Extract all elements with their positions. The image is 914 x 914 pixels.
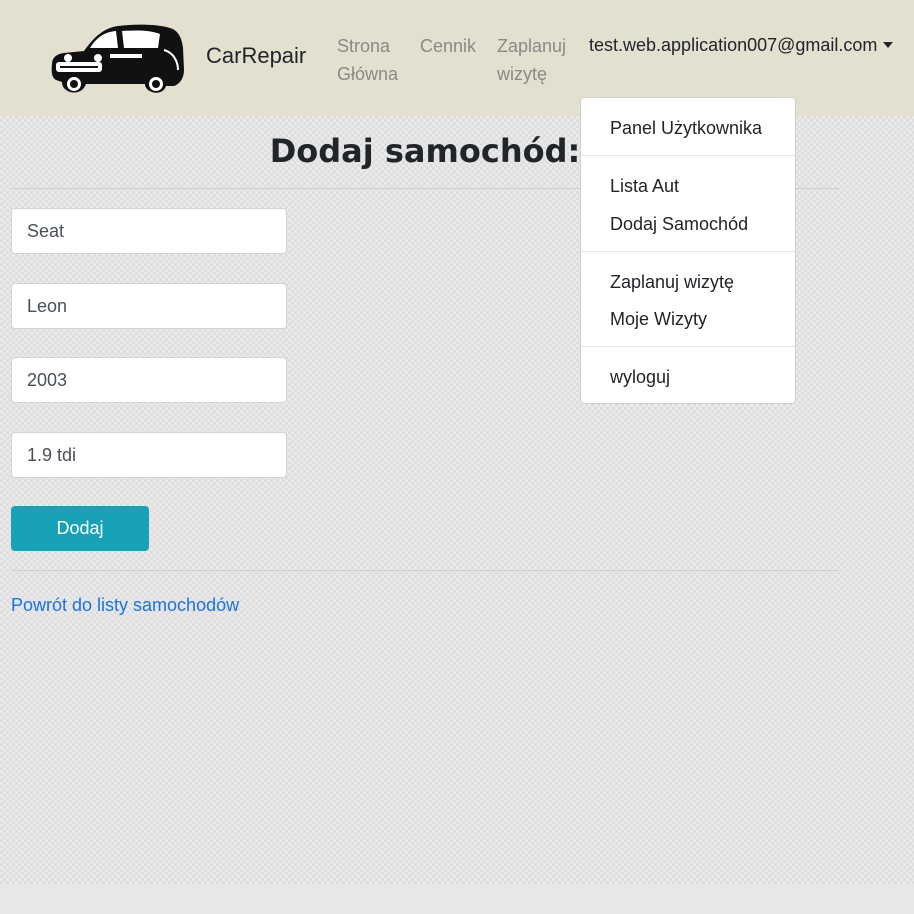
dropdown-divider — [581, 251, 795, 252]
car-icon[interactable] — [46, 18, 186, 96]
dropdown-item-logout[interactable]: wyloguj — [610, 365, 670, 389]
nav-link-pricing[interactable]: Cennik — [420, 32, 476, 60]
brand-name[interactable]: CarRepair — [206, 42, 306, 70]
dropdown-item-car-list[interactable]: Lista Aut — [610, 174, 679, 198]
car-model-input[interactable] — [11, 283, 287, 329]
user-email: test.web.application007@gmail.com — [589, 35, 878, 55]
dropdown-item-schedule-visit[interactable]: Zaplanuj wizytę — [610, 270, 734, 294]
divider-bottom — [11, 570, 839, 571]
dropdown-divider — [581, 155, 795, 156]
footer-strip — [0, 884, 914, 914]
car-brand-input[interactable] — [11, 208, 287, 254]
dropdown-item-user-panel[interactable]: Panel Użytkownika — [610, 116, 762, 140]
car-year-input[interactable] — [11, 357, 287, 403]
nav-link-home[interactable]: Strona Główna — [337, 32, 407, 88]
nav-link-schedule[interactable]: Zaplanuj wizytę — [497, 32, 577, 88]
dropdown-divider — [581, 346, 795, 347]
back-to-car-list-link[interactable]: Powrót do listy samochodów — [11, 593, 239, 617]
user-dropdown-menu: Panel Użytkownika Lista Aut Dodaj Samoch… — [580, 97, 796, 404]
caret-down-icon — [883, 42, 894, 48]
add-car-button[interactable]: Dodaj — [11, 506, 149, 551]
dropdown-item-my-visits[interactable]: Moje Wizyty — [610, 307, 707, 331]
dropdown-item-add-car[interactable]: Dodaj Samochód — [610, 212, 748, 236]
user-menu-toggle[interactable]: test.web.application007@gmail.com — [589, 32, 894, 58]
car-engine-input[interactable] — [11, 432, 287, 478]
